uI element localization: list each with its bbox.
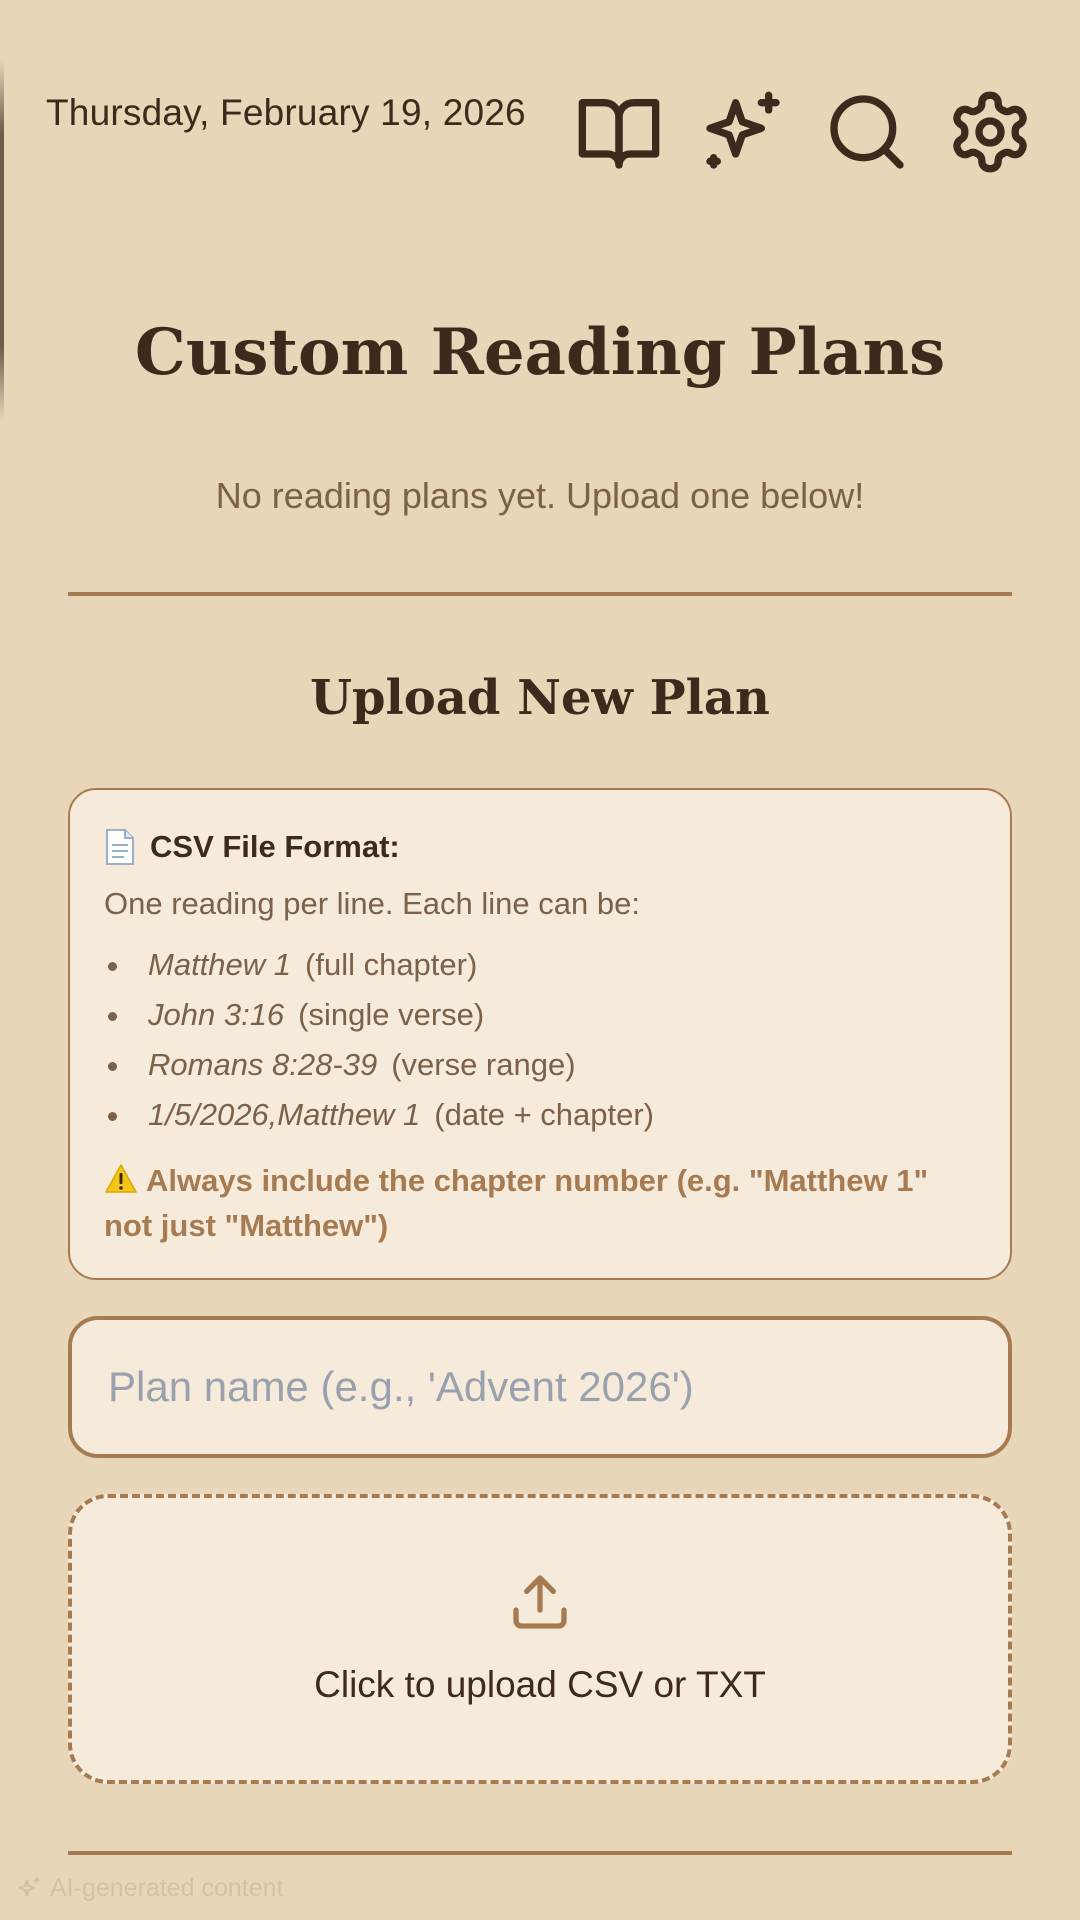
section-divider bbox=[68, 592, 1012, 596]
warning-icon bbox=[105, 1164, 137, 1193]
search-button[interactable] bbox=[819, 84, 915, 180]
gear-icon bbox=[953, 91, 1027, 173]
ai-assistant-button[interactable] bbox=[695, 84, 791, 180]
csv-format-card: CSV File Format: One reading per line. E… bbox=[68, 788, 1012, 1280]
example-text: Romans 8:28-39 bbox=[148, 1047, 378, 1082]
settings-button[interactable] bbox=[942, 84, 1038, 180]
upload-label: Click to upload CSV or TXT bbox=[314, 1664, 766, 1705]
example-text: John 3:16 bbox=[148, 997, 285, 1032]
example-note: (full chapter) bbox=[305, 947, 478, 982]
example-text: Matthew 1 bbox=[148, 947, 292, 982]
list-item: Romans 8:28-39 (verse range) bbox=[104, 1040, 976, 1090]
list-item: John 3:16 (single verse) bbox=[104, 990, 976, 1040]
warning-text: Always include the chapter number (e.g. … bbox=[104, 1163, 929, 1243]
list-item: Matthew 1 (full chapter) bbox=[104, 940, 976, 990]
example-text: 1/5/2026,Matthew 1 bbox=[148, 1097, 421, 1132]
format-warning: Always include the chapter number (e.g. … bbox=[104, 1158, 976, 1248]
sparkles-icon bbox=[706, 91, 780, 169]
search-icon bbox=[830, 95, 904, 169]
example-note: (single verse) bbox=[298, 997, 485, 1032]
document-icon bbox=[106, 829, 134, 865]
file-upload-dropzone[interactable]: Click to upload CSV or TXT bbox=[68, 1494, 1012, 1784]
example-note: (verse range) bbox=[391, 1047, 576, 1082]
ai-note-text: AI-generated content bbox=[50, 1874, 284, 1902]
sparkles-icon bbox=[18, 1876, 40, 1897]
list-item: 1/5/2026,Matthew 1 (date + chapter) bbox=[104, 1090, 976, 1140]
format-examples-list: Matthew 1 (full chapter) John 3:16 (single… bbox=[104, 940, 976, 1140]
plan-name-input[interactable] bbox=[68, 1316, 1012, 1458]
section-divider bbox=[68, 1851, 1012, 1855]
book-icon bbox=[578, 99, 660, 169]
upload-icon bbox=[513, 1575, 567, 1629]
format-intro: One reading per line. Each line can be: bbox=[104, 886, 640, 921]
upload-section-heading: Upload New Plan bbox=[310, 670, 770, 726]
page-title: Custom Reading Plans bbox=[134, 315, 946, 390]
current-date: Thursday, February 19, 2026 bbox=[46, 92, 526, 133]
format-heading: CSV File Format: bbox=[104, 824, 976, 870]
top-bar: Thursday, February 19, 2026 bbox=[0, 0, 1080, 230]
ai-generated-note: AI-generated content bbox=[16, 1874, 284, 1903]
format-title: CSV File Format: bbox=[150, 829, 400, 864]
empty-state-message: No reading plans yet. Upload one below! bbox=[215, 475, 865, 516]
example-note: (date + chapter) bbox=[434, 1097, 655, 1132]
reading-plans-page: Thursday, February 19, 2026 Custom Readi… bbox=[0, 0, 1080, 1920]
bible-button[interactable] bbox=[571, 84, 667, 180]
